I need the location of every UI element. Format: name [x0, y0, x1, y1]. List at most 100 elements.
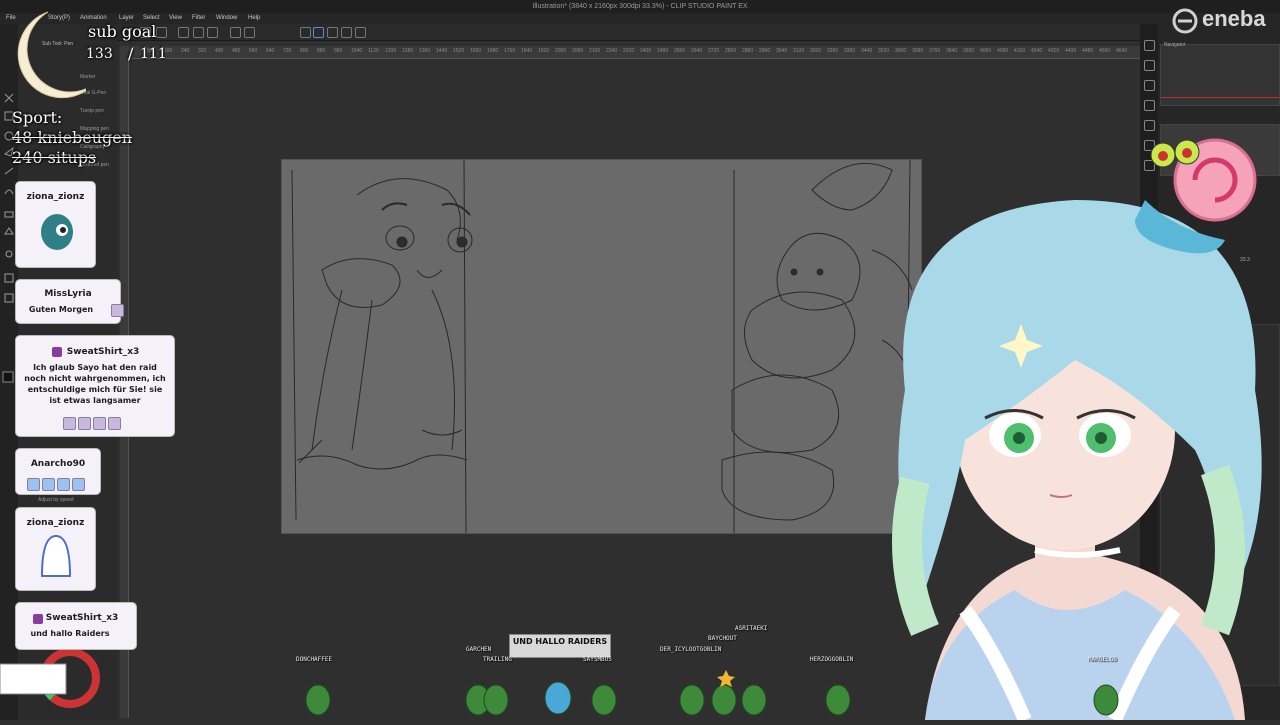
settings-icon[interactable]: [207, 27, 218, 38]
navigator-preview[interactable]: [1160, 44, 1280, 106]
emote-row: [62, 413, 122, 432]
ruler-tick-label: 1040: [351, 48, 363, 54]
navigator-icon[interactable]: [1144, 40, 1155, 51]
emote-icon: [111, 304, 124, 317]
emote-row: [26, 474, 86, 493]
ruler-tick-label: 2240: [606, 48, 618, 54]
ruler-tick-label: 4480: [1082, 48, 1094, 54]
ruler-tick-label: 320: [198, 48, 207, 54]
raid-banner-text: UND HALLO RAIDERS: [512, 637, 608, 646]
ruler-tick-label: 1280: [402, 48, 414, 54]
drawing-canvas[interactable]: [281, 159, 922, 534]
ruler-tick-label: 2960: [759, 48, 771, 54]
main-color-swatch: [2, 371, 14, 383]
ruler-tick-label: 2400: [640, 48, 652, 54]
navigator-tab[interactable]: Navigator: [1160, 40, 1280, 50]
raider-sprite: [711, 684, 737, 716]
ruler-top: 0 80 160 240 320 400 480 560 640 720 800 880 960 1040…: [120, 46, 1140, 59]
raider-sprite: [679, 684, 705, 716]
subgoal-target: 111: [140, 46, 167, 62]
material-icon[interactable]: [1144, 60, 1155, 71]
raider-sprite: [1093, 684, 1119, 716]
chat-username: ziona_zionz: [26, 518, 85, 528]
ruler-tick-label: 1600: [470, 48, 482, 54]
ruler-tick-label: 1920: [538, 48, 550, 54]
raider-sprites: [305, 670, 1119, 716]
ruler-tick-label: 880: [317, 48, 326, 54]
ruler-tick-label: 3840: [946, 48, 958, 54]
chat-username: ziona_zionz: [26, 192, 85, 202]
raider-sprite: [741, 684, 767, 716]
chat-message: SweatShirt_x3 und hallo Raiders: [16, 603, 136, 649]
raider-name: TRAILING: [483, 656, 512, 663]
sponsor-logo: eneba: [1172, 6, 1280, 36]
eyedropper-tool-icon: [5, 250, 13, 258]
ruler-tick-label: 1360: [419, 48, 431, 54]
chat-message: Anarcho90: [16, 449, 100, 494]
adjust-by-speed-label[interactable]: Adjust by speed: [38, 497, 74, 503]
ruler-tick-label: 3520: [878, 48, 890, 54]
ruler-tick-label: 4000: [980, 48, 992, 54]
ruler-tick-label: 3280: [827, 48, 839, 54]
chat-message: MissLyria Guten Morgen: [16, 280, 124, 323]
ruler-tick-label: 3920: [963, 48, 975, 54]
ruler-tick-label: 1760: [504, 48, 516, 54]
raider-name: SAYSMBUS: [583, 656, 612, 663]
ruler-tick-label: 480: [232, 48, 241, 54]
text-tool-icon: [4, 273, 14, 283]
ruler-tick-label: 1840: [521, 48, 533, 54]
menu-help[interactable]: Help: [248, 13, 260, 24]
ruler-tick-label: 2560: [674, 48, 686, 54]
ruler-tick-label: 640: [266, 48, 275, 54]
subgoal-separator: /: [128, 44, 134, 63]
ruler-tick-label: 1520: [453, 48, 465, 54]
clear-icon[interactable]: [244, 27, 255, 38]
raider-name: HERZOGGOBLIN: [810, 656, 854, 663]
ruler-tick-label: 2880: [742, 48, 754, 54]
snap-icon[interactable]: [313, 27, 324, 38]
subgoal-title: sub goal: [88, 22, 157, 41]
ruler-tick-label: 560: [249, 48, 258, 54]
grid-icon[interactable]: [341, 27, 352, 38]
raider-sprite: [825, 684, 851, 716]
ruler-tick-label: 800: [300, 48, 309, 54]
ruler-tick-label: 2800: [725, 48, 737, 54]
raider-name: MARGELGO: [1088, 656, 1117, 663]
sticker-image: [41, 214, 73, 250]
raider-sprite: [544, 681, 572, 715]
raider-name: ASRITAEKI: [735, 625, 768, 632]
navigator-frame-line: [1161, 97, 1279, 98]
menu-filter[interactable]: Filter: [192, 13, 205, 24]
chat-message: ziona_zionz: [16, 182, 95, 267]
transform-icon[interactable]: [300, 27, 311, 38]
sticker-image: [40, 534, 72, 577]
sport-item-squats: 48 kniebeugen: [12, 128, 133, 147]
menu-bar: File Story(P) Animation Layer Select Vie…: [0, 13, 1280, 24]
ruler-tick-label: 3200: [810, 48, 822, 54]
chat-username: Anarcho90: [30, 459, 86, 469]
brush-tool-icon: [4, 189, 14, 195]
eneba-logo-icon: [1172, 8, 1198, 34]
layer-property-icon[interactable]: [1144, 80, 1155, 91]
ruler-tick-label: 3120: [793, 48, 805, 54]
ruler-tick-label: 400: [215, 48, 224, 54]
ruler-tick-label: 4560: [1099, 48, 1111, 54]
chat-text: Guten Morgen: [28, 305, 94, 314]
undo-icon[interactable]: [178, 27, 189, 38]
ruler-snap-icon[interactable]: [327, 27, 338, 38]
moon-icon: [17, 11, 86, 99]
chat-message: ziona_zionz: [16, 508, 95, 590]
star-icon: [717, 670, 735, 687]
ruler-tick-label: 4400: [1065, 48, 1077, 54]
ruler-tick-label: 3440: [861, 48, 873, 54]
color-icon[interactable]: [1144, 100, 1155, 111]
fill-icon[interactable]: [230, 27, 241, 38]
ruler-tick-label: 1680: [487, 48, 499, 54]
ruler-tool-icon: [4, 293, 14, 303]
ruler-tick-label: 2080: [572, 48, 584, 54]
guide-icon[interactable]: [355, 27, 366, 38]
ruler-tick-label: 3760: [929, 48, 941, 54]
menu-window[interactable]: Window: [216, 13, 237, 24]
redo-icon[interactable]: [193, 27, 204, 38]
ruler-tick-label: 1120: [368, 48, 379, 54]
